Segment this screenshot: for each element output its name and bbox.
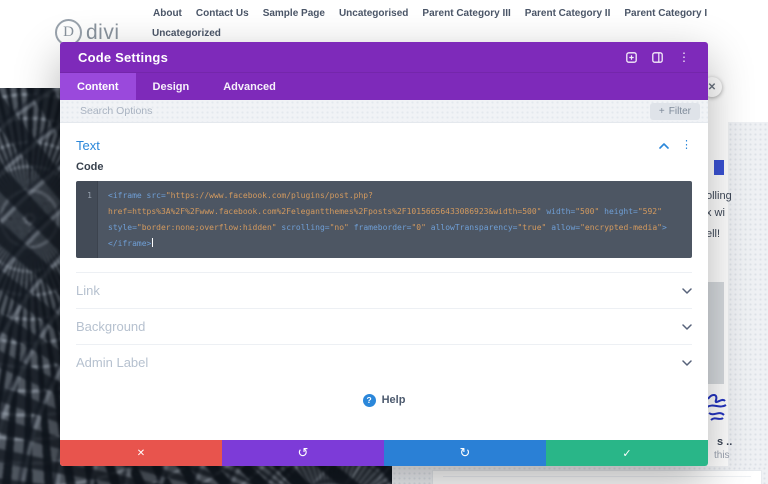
chevron-down-icon [682,359,692,366]
page-text-fragment: ell! [706,228,721,240]
tab-content[interactable]: Content [60,73,136,100]
modal-header-icons: ⋮ [626,51,690,63]
code-editor[interactable]: 1 <iframe src="https://www.facebook.com/… [76,181,692,258]
close-icon: ✕ [707,81,717,93]
nav-item-uncategorised[interactable]: Uncategorised [339,8,408,19]
nav-item-parent-category-iii[interactable]: Parent Category III [422,8,510,19]
nav-item-sample-page[interactable]: Sample Page [263,8,325,19]
split-view-icon[interactable] [652,51,663,63]
modal-header: Code Settings ⋮ [60,42,708,73]
modal-tabs: Content Design Advanced [60,73,708,100]
check-icon: ✓ [622,446,632,460]
filter-button-label: Filter [668,105,691,117]
nav-item-parent-category-i[interactable]: Parent Category I [624,8,707,19]
screen: D divi About Contact Us Sample Page Unca… [0,0,768,484]
code-line: </iframe> [108,238,154,248]
nav-item-parent-category-ii[interactable]: Parent Category II [525,8,611,19]
save-button[interactable]: ✓ [546,440,708,466]
background-section-toggle[interactable]: Background [76,308,692,344]
line-number: 1 [87,191,92,200]
redo-icon: ↻ [459,445,471,461]
search-options-input[interactable] [80,105,650,117]
redo-button[interactable]: ↻ [384,440,546,466]
tab-design[interactable]: Design [136,73,207,100]
plus-icon: + [658,105,665,117]
code-line: href=https%3A%2F%2Fwww.facebook.com%2Fel… [108,207,662,216]
nav-item-about[interactable]: About [153,8,182,19]
modal-action-bar: ✕ ↺ ↻ ✓ [60,440,708,466]
x-icon: ✕ [136,447,146,459]
chevron-down-icon [682,287,692,294]
undo-icon: ↺ [297,445,309,461]
site-menu-row2: Uncategorized [152,28,221,43]
page-text-fragment: olling [706,190,732,202]
chevron-up-icon[interactable] [659,136,669,154]
admin-label-section-title: Admin Label [76,355,149,370]
section-options-icon[interactable]: ⋮ [681,139,692,151]
background-section-title: Background [76,319,146,334]
code-field-label: Code [76,161,104,173]
page-blue-element [714,160,724,175]
tab-advanced[interactable]: Advanced [206,73,293,100]
expand-icon[interactable] [626,51,637,63]
filter-button[interactable]: + Filter [649,102,700,120]
code-line: <iframe src="https://www.facebook.com/pl… [108,191,373,200]
more-options-icon[interactable]: ⋮ [678,51,690,63]
help-icon: ? [362,393,376,407]
divi-logo-text: divi [86,20,120,44]
discard-button[interactable]: ✕ [60,440,222,466]
admin-label-section-toggle[interactable]: Admin Label [76,344,692,380]
page-scrollbar-track[interactable] [706,282,724,384]
link-section-toggle[interactable]: Link [76,272,692,308]
help-button[interactable]: ? Help [76,390,692,410]
builder-background [728,122,768,466]
page-text-fragment: x wi [706,207,725,219]
page-content-card [432,470,762,484]
page-signature-image [706,394,727,421]
modal-title: Code Settings [78,49,168,65]
search-options-bar: + Filter [60,100,708,123]
page-text-fragment: this [714,450,730,461]
chevron-down-icon [682,323,692,330]
undo-button[interactable]: ↺ [222,440,384,466]
site-menu: About Contact Us Sample Page Uncategoris… [153,8,707,19]
modal-content: Text ⋮ Code 1 <iframe src="https://www.f… [60,123,708,440]
nav-item-contact-us[interactable]: Contact Us [196,8,249,19]
code-settings-modal: Code Settings ⋮ Content Design Advanced … [60,42,708,466]
text-section-title: Text [76,137,100,153]
code-line: style="border:none;overflow:hidden" scro… [108,223,667,232]
text-section-toggle[interactable]: Text ⋮ [76,133,692,157]
help-label: Help [381,394,406,406]
link-section-title: Link [76,283,100,298]
page-text-fragment: s .. [717,436,733,448]
nav-item-uncategorized[interactable]: Uncategorized [152,28,221,43]
